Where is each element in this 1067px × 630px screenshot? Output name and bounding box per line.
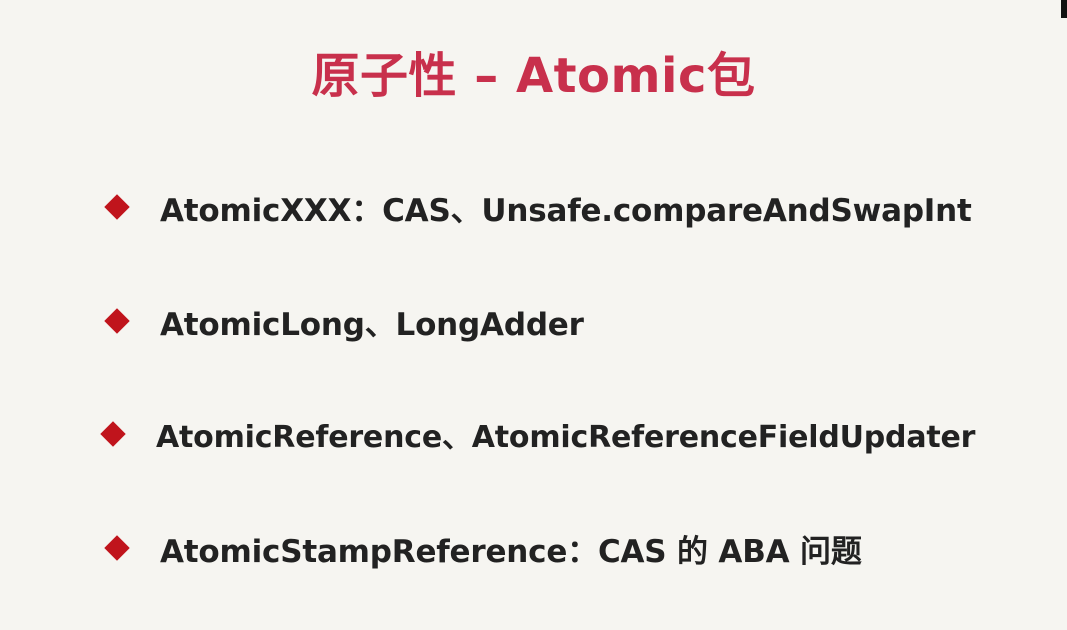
- bullet-text: AtomicXXX：CAS、Unsafe.compareAndSwapInt: [160, 192, 972, 229]
- bullet-item: AtomicXXX：CAS、Unsafe.compareAndSwapInt: [104, 183, 972, 231]
- bullet-list: AtomicXXX：CAS、Unsafe.compareAndSwapInt A…: [0, 0, 1067, 630]
- bullet-text: AtomicLong、LongAdder: [160, 306, 584, 343]
- diamond-bullet-icon: [104, 308, 130, 334]
- diamond-bullet-icon: [104, 535, 130, 561]
- diamond-bullet-icon: [100, 421, 126, 447]
- bullet-item: AtomicStampReference：CAS 的 ABA 问题: [104, 524, 862, 572]
- bullet-item: AtomicReference、AtomicReferenceFieldUpda…: [100, 410, 976, 458]
- diamond-bullet-icon: [104, 194, 130, 220]
- bullet-text: AtomicReference、AtomicReferenceFieldUpda…: [156, 420, 976, 455]
- bullet-text: AtomicStampReference：CAS 的 ABA 问题: [160, 533, 862, 570]
- bullet-item: AtomicLong、LongAdder: [104, 297, 584, 345]
